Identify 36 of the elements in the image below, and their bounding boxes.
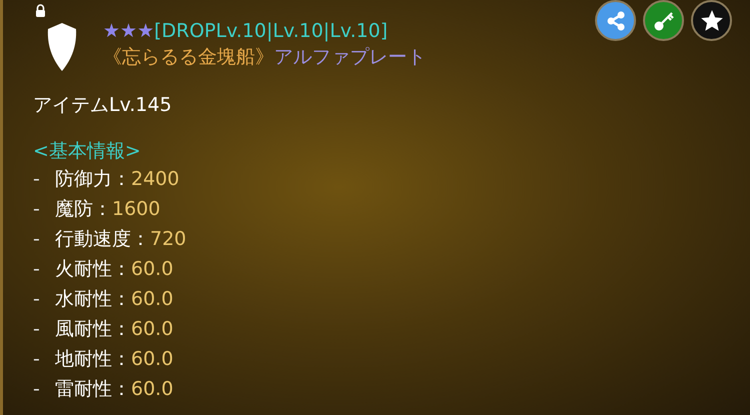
stat-label: 風耐性： [55, 316, 131, 342]
stat-value: 60.0 [131, 286, 174, 312]
star-icon [698, 8, 724, 34]
bullet-dash: - [33, 346, 41, 372]
share-button[interactable] [595, 0, 636, 41]
stat-label: 雷耐性： [55, 376, 131, 402]
stat-label: 水耐性： [55, 286, 131, 312]
bullet-dash: - [33, 316, 41, 342]
stat-value: 1600 [112, 196, 160, 222]
bullet-dash: - [33, 196, 41, 222]
favorite-button[interactable] [691, 0, 732, 41]
bullet-dash: - [33, 226, 41, 252]
stat-value: 60.0 [131, 316, 174, 342]
stat-value: 2400 [131, 166, 180, 192]
stat-value: 60.0 [131, 256, 174, 282]
set-name: 《忘らるる金塊船》 [103, 45, 274, 70]
bullet-dash: - [33, 376, 41, 402]
stat-value: 60.0 [131, 346, 174, 372]
share-icon [604, 10, 626, 32]
shield-icon [46, 23, 78, 71]
bullet-dash: - [33, 166, 41, 192]
item-tag: [DROPLv.10|Lv.10|Lv.10] [154, 18, 388, 44]
stat-label: 地耐性： [55, 346, 131, 372]
stat-value: 60.0 [131, 376, 174, 402]
item-level: アイテムLv.145 [33, 93, 172, 118]
stat-label: 防御力： [55, 166, 131, 192]
item-name: アルファプレート [274, 45, 426, 70]
stat-label: 魔防： [55, 196, 112, 222]
stat-label: 火耐性： [55, 256, 131, 282]
section-heading: <基本情報> [33, 139, 141, 164]
stat-label: 行動速度： [55, 226, 150, 252]
bullet-dash: - [33, 256, 41, 282]
stat-value: 720 [150, 226, 186, 252]
key-button[interactable] [643, 0, 684, 41]
bullet-dash: - [33, 286, 41, 312]
rarity-stars: ★★★ [103, 19, 154, 44]
